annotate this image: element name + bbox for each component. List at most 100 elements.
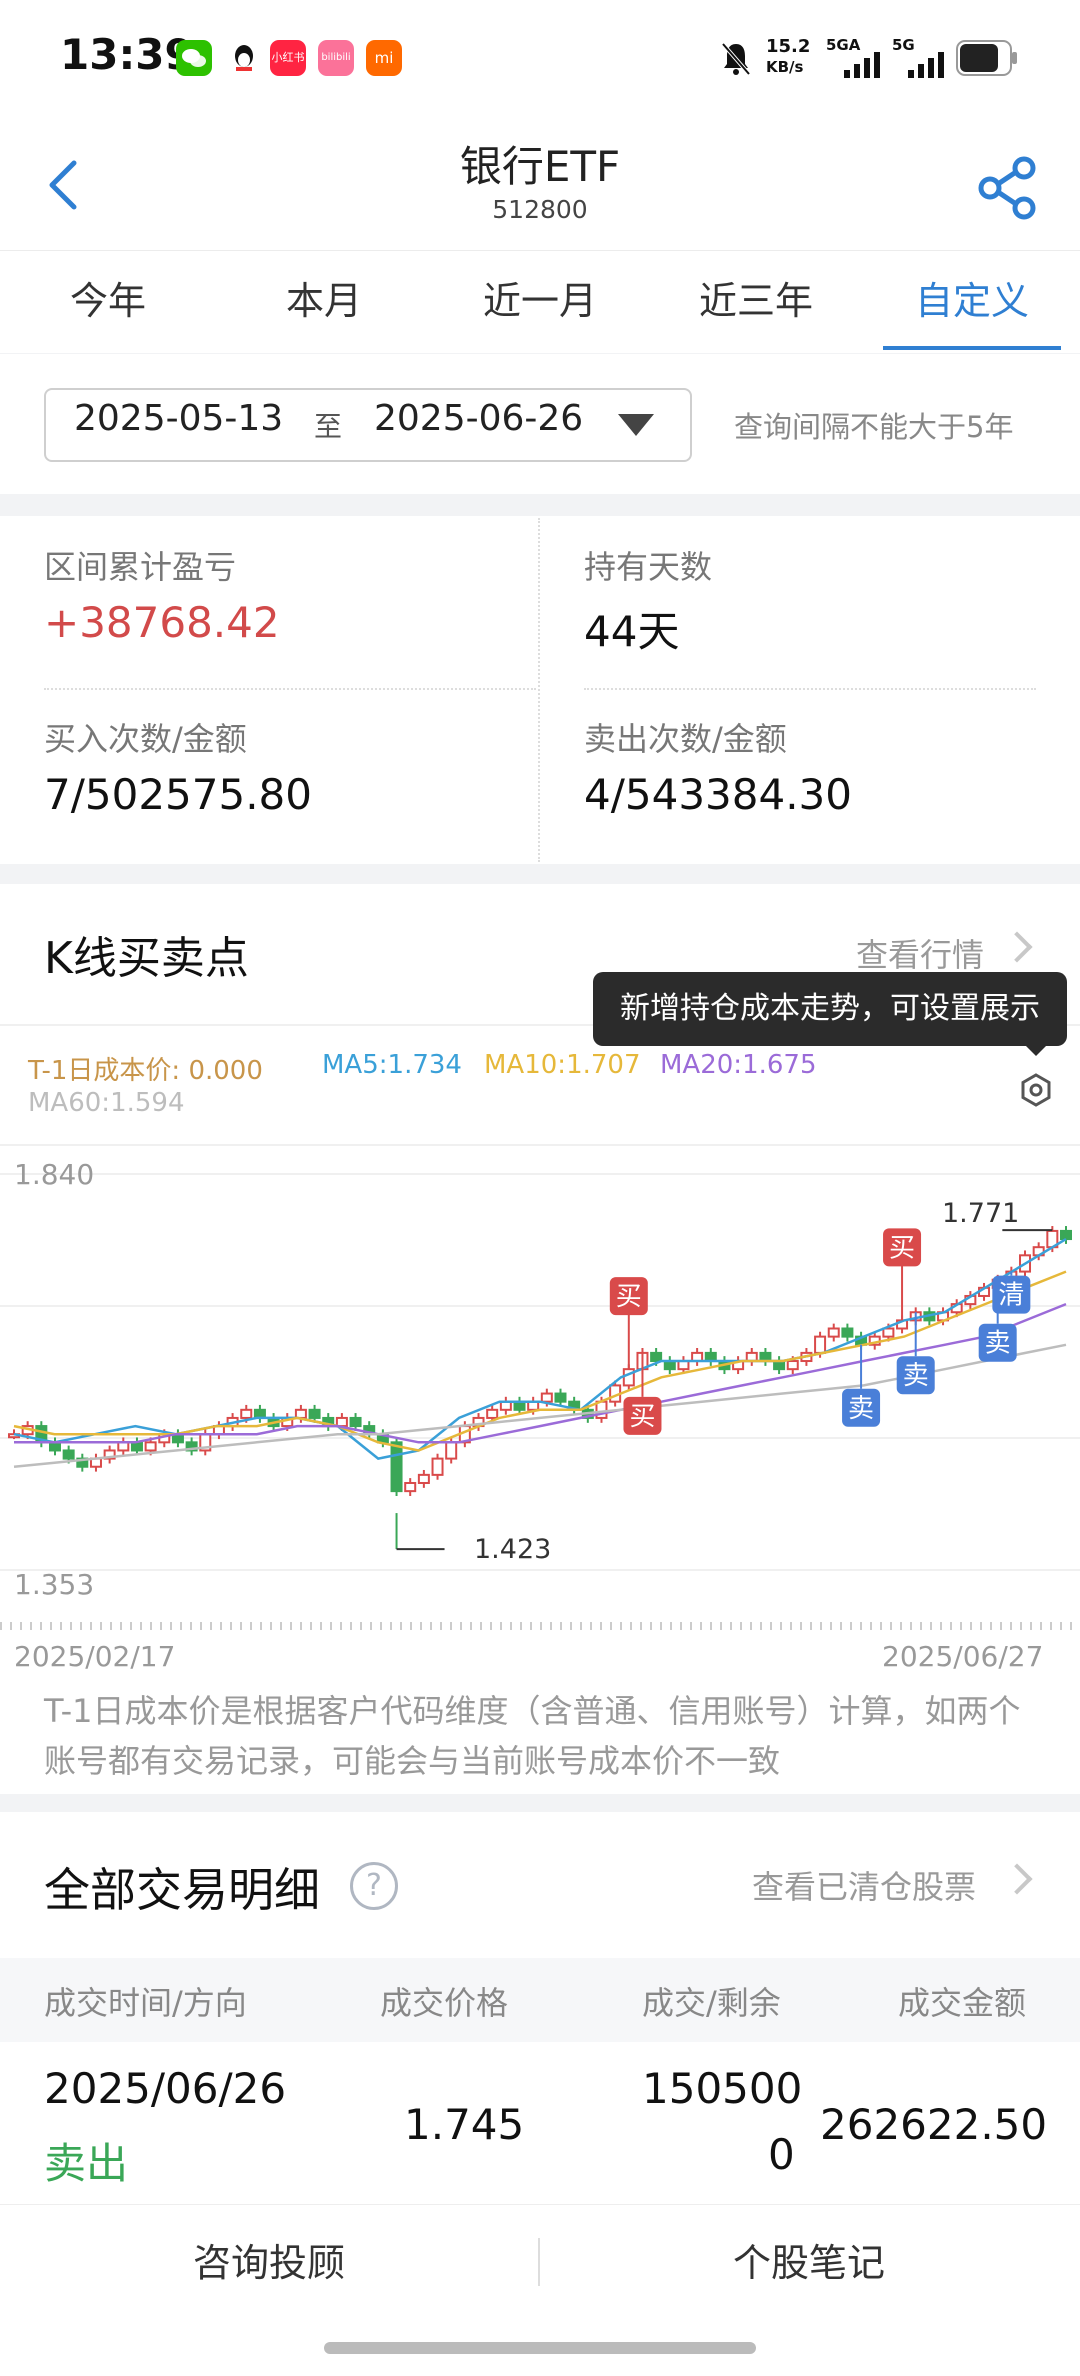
candle-body	[417, 1473, 430, 1484]
net-speed-unit: KB/s	[766, 58, 804, 76]
clear-marker: 清	[998, 1281, 1024, 1311]
candle-body	[827, 1327, 840, 1338]
sell-marker: 卖	[985, 1329, 1011, 1359]
sell-count-value: 4/543384.30	[584, 770, 852, 819]
view-cleared-stocks-link[interactable]: 查看已清仓股票	[752, 1862, 976, 1908]
candle-body	[486, 1408, 499, 1419]
security-code: 512800	[492, 195, 588, 224]
date-to-label: 至	[314, 410, 343, 443]
y-axis-top-label: 1.840	[14, 1158, 95, 1191]
candle-body	[240, 1408, 253, 1419]
battery-icon	[956, 40, 1018, 80]
home-indicator[interactable]	[324, 2342, 756, 2354]
trade-remain: 0	[768, 2130, 795, 2179]
feature-tooltip[interactable]: 新增持仓成本走势，可设置展示	[593, 972, 1067, 1046]
buy-count-value: 7/502575.80	[44, 770, 312, 819]
hexagon-settings-icon	[1021, 1073, 1051, 1107]
consult-advisor-button[interactable]: 咨询投顾	[0, 2232, 538, 2287]
candle-body	[554, 1392, 567, 1403]
kline-title: K线买卖点	[44, 933, 249, 984]
candle-body	[841, 1327, 854, 1338]
tab-custom[interactable]: 自定义	[864, 270, 1080, 325]
col-time-direction: 成交时间/方向	[44, 1984, 247, 2022]
candle-body	[335, 1416, 348, 1428]
share-icon	[978, 156, 1036, 220]
buy-marker: 买	[616, 1282, 642, 1312]
wechat-icon	[176, 40, 212, 76]
end-date[interactable]: 2025-06-26	[374, 398, 583, 439]
kline-chart[interactable]: 买买 卖买卖卖清	[0, 1150, 1080, 1670]
page-title: 银行ETF	[459, 142, 621, 191]
candle-body	[349, 1416, 362, 1428]
divider	[584, 688, 1036, 690]
buy-marker: 买	[629, 1402, 655, 1432]
net-speed: 15.2	[766, 36, 811, 57]
max-price-label: 1.771	[942, 1198, 1020, 1229]
signal-icon	[840, 52, 886, 82]
y-axis-bottom-label: 1.353	[14, 1568, 95, 1601]
help-icon[interactable]: ?	[350, 1862, 398, 1910]
trade-price: 1.745	[404, 2100, 525, 2149]
tab-this-year[interactable]: 今年	[0, 270, 216, 325]
legend-ma5: MA5:1.734	[322, 1050, 462, 1080]
divider	[0, 1144, 1080, 1146]
x-axis-start-label: 2025/02/17	[14, 1640, 176, 1673]
tab-last-month[interactable]: 近一月	[432, 270, 648, 325]
col-amount: 成交金额	[898, 1984, 1027, 2022]
trade-date: 2025/06/26	[44, 2064, 287, 2113]
candle-body	[814, 1335, 827, 1354]
trade-direction: 卖出	[44, 2139, 129, 2188]
sell-marker: 卖	[848, 1394, 874, 1424]
status-time: 13:39	[60, 30, 194, 79]
sell-count-label: 卖出次数/金额	[584, 720, 787, 758]
pnl-value: +38768.42	[44, 598, 280, 647]
dropdown-caret-icon[interactable]	[618, 414, 654, 436]
divider	[538, 518, 540, 862]
pnl-label: 区间累计盈亏	[44, 548, 237, 586]
trade-qty: 150500	[642, 2064, 803, 2113]
candle-body	[650, 1351, 663, 1363]
qq-icon	[226, 40, 262, 76]
trades-title: 全部交易明细	[44, 1863, 320, 1917]
candle-body	[144, 1441, 157, 1452]
mute-bell-icon	[720, 40, 752, 76]
active-tab-indicator	[883, 346, 1061, 350]
legend-cost: T-1日成本价: 0.000	[28, 1056, 263, 1086]
chart-settings-button[interactable]	[1018, 1072, 1054, 1108]
view-quote-link[interactable]: 查看行情	[856, 930, 984, 976]
candle-body	[882, 1327, 895, 1338]
min-price-label: 1.423	[474, 1534, 552, 1565]
date-range-note: 查询间隔不能大于5年	[734, 410, 1014, 444]
candle-body	[117, 1441, 130, 1452]
candle-body	[786, 1360, 799, 1371]
tab-last-three-years[interactable]: 近三年	[648, 270, 864, 325]
candle-body	[404, 1481, 417, 1493]
signal-icon	[904, 52, 950, 82]
candle-body	[130, 1441, 143, 1452]
candle-body	[308, 1408, 321, 1419]
legend-ma20: MA20:1.675	[660, 1050, 817, 1080]
holding-days-value: 44天	[584, 607, 680, 656]
sell-marker: 卖	[903, 1361, 929, 1391]
bilibili-icon: bilibili	[318, 40, 354, 76]
holding-days-label: 持有天数	[584, 548, 713, 586]
candle-body	[540, 1392, 553, 1403]
candle-body	[48, 1441, 61, 1452]
legend-ma60: MA60:1.594	[28, 1088, 185, 1118]
x-axis-end-label: 2025/06/27	[882, 1640, 1044, 1673]
trade-amount: 262622.50	[820, 2100, 1048, 2149]
share-button[interactable]	[972, 152, 1044, 224]
stock-notes-button[interactable]: 个股笔记	[540, 2232, 1078, 2287]
tab-this-month[interactable]: 本月	[216, 270, 432, 325]
start-date[interactable]: 2025-05-13	[74, 398, 283, 439]
candle-body	[445, 1441, 458, 1460]
buy-marker: 买	[889, 1233, 915, 1263]
candle-body	[390, 1441, 403, 1493]
tooltip-pointer	[1024, 1044, 1048, 1056]
xiaohongshu-icon: 小红书	[270, 40, 306, 76]
col-price: 成交价格	[380, 1984, 509, 2022]
legend-ma10: MA10:1.707	[484, 1050, 641, 1080]
candle-body	[1060, 1229, 1072, 1241]
cost-disclaimer: T-1日成本价是根据客户代码维度（含普通、信用账号）计算，如两个账号都有交易记录…	[44, 1692, 1021, 1780]
col-qty-remain: 成交/剩余	[642, 1984, 781, 2022]
